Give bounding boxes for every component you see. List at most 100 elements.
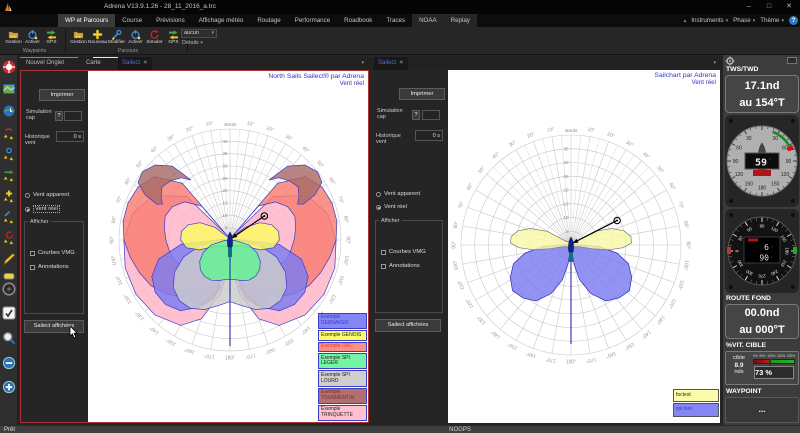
details-dropdown[interactable]: Détails ▾	[182, 40, 203, 46]
collapse-ribbon-icon[interactable]: ▴	[684, 18, 687, 24]
annotations-checkbox[interactable]	[30, 265, 35, 270]
ribbon-button-activer[interactable]: Activer	[126, 28, 145, 45]
menu-right-cluster: ▴ Instruments▾ Phase▾ Thème▾ ?	[684, 14, 798, 27]
svg-text:270: 270	[758, 274, 766, 279]
print-button[interactable]: Imprimer	[399, 88, 445, 100]
svg-text:170°: 170°	[204, 352, 215, 360]
svg-text:170°: 170°	[245, 352, 256, 360]
zoom-out-icon[interactable]	[2, 356, 16, 370]
svg-text:60°: 60°	[327, 176, 336, 186]
map-icon[interactable]	[2, 82, 16, 96]
left-polar-chart[interactable]: 10°10°20°20°30°30°40°40°50°50°60°60°70°7…	[88, 71, 368, 422]
menu-tab-replay[interactable]: Replay	[444, 14, 477, 27]
ribbon-button-activer[interactable]: Activer	[23, 28, 42, 45]
courbes-vmg-checkbox[interactable]	[381, 250, 386, 255]
svg-text:90: 90	[760, 224, 765, 229]
select-check-icon[interactable]	[2, 306, 16, 320]
menu-instruments[interactable]: Instruments▾	[691, 17, 728, 24]
gear-icon[interactable]	[725, 56, 735, 66]
sailect-affichees-button[interactable]: Sailect affichées	[375, 319, 441, 332]
vent-apparent-radio[interactable]	[25, 193, 30, 198]
ribbon-button-nouveau[interactable]: Nouveau	[88, 28, 107, 45]
menu-tab-traces[interactable]: Traces	[379, 14, 412, 27]
minimize-button[interactable]: –	[742, 0, 756, 14]
menu-tab-affichage-m-t-o[interactable]: Affichage météo	[192, 14, 251, 27]
tab-list-icon[interactable]: ▾	[713, 60, 716, 66]
simulation-cap-input[interactable]	[64, 111, 82, 121]
annotations-label[interactable]: Annotations	[389, 263, 420, 269]
svg-text:20°: 20°	[266, 125, 275, 133]
right-polar-chart[interactable]: 10°10°20°20°30°30°40°40°50°50°60°60°70°7…	[448, 70, 720, 423]
vent-reel-label[interactable]: Vent réel	[33, 205, 60, 213]
help-icon[interactable]: ?	[789, 16, 798, 25]
vent-reel-radio[interactable]	[25, 207, 30, 212]
annotations-checkbox[interactable]	[381, 264, 386, 269]
ribbon-button-gpx[interactable]: GPX	[42, 28, 61, 45]
menu-tab-roadbook[interactable]: Roadbook	[337, 14, 379, 27]
magnifier-icon[interactable]	[2, 331, 16, 345]
window-tab-nouvel-onglet[interactable]: Nouvel Onglet	[22, 57, 68, 70]
ribbon-button-modifier[interactable]: Modifier	[107, 28, 126, 45]
route-new-icon[interactable]	[2, 189, 16, 203]
menu-tab-routage[interactable]: Routage	[250, 14, 287, 27]
close-tab-icon[interactable]: ✕	[143, 60, 148, 66]
vent-reel-radio[interactable]	[376, 205, 381, 210]
ribbon-button-gestion[interactable]: Gestion	[69, 28, 88, 45]
gauge-icon[interactable]	[2, 282, 16, 296]
simulation-help-button[interactable]: ?	[55, 111, 63, 121]
close-tab-icon[interactable]: ✕	[399, 60, 404, 66]
historique-vent-input[interactable]: 0 s	[56, 131, 84, 142]
vent-reel-label[interactable]: Vent réel	[384, 204, 407, 210]
waypoint-activate-icon[interactable]	[2, 147, 16, 161]
menu-tab-noaa[interactable]: NOAA	[412, 14, 444, 27]
annotations-label[interactable]: Annotations	[38, 264, 69, 270]
close-button[interactable]: ✕	[782, 0, 796, 14]
left-chart-title: North Sails Sailect® par Adrena Vent rée…	[268, 73, 364, 87]
menu-theme[interactable]: Thème▾	[760, 17, 784, 24]
waypoint-gpx-icon[interactable]	[2, 168, 16, 182]
route-simulate-icon[interactable]	[2, 231, 16, 245]
title-bar: Adrena V13.9.1.26 - 28_11_2016_a.trc – □…	[0, 0, 800, 14]
ribbon-button-simuler[interactable]: Simuler	[145, 28, 164, 45]
menu-tab-pr-visions[interactable]: Prévisions	[149, 14, 192, 27]
historique-vent-input[interactable]: 0 s	[415, 130, 443, 141]
vent-apparent-label[interactable]: Vent apparent	[33, 192, 69, 198]
right-window-content: Imprimer Simulation cap ? Historique ven…	[372, 70, 720, 423]
panel-menu-icon[interactable]	[787, 57, 797, 64]
svg-text:120: 120	[735, 172, 744, 178]
courbes-vmg-label[interactable]: Courbes VMG	[38, 250, 75, 256]
menu-tab-performance[interactable]: Performance	[288, 14, 337, 27]
menu-phase[interactable]: Phase▾	[733, 17, 755, 24]
folder-icon	[73, 29, 84, 40]
course-dropdown[interactable]: aucun ▾	[181, 29, 217, 38]
svg-text:30: 30	[563, 160, 569, 165]
svg-text:80°: 80°	[682, 221, 689, 229]
simulation-cap-label: Simulation cap	[26, 109, 52, 121]
maximize-button[interactable]: □	[762, 0, 776, 14]
courbes-vmg-label[interactable]: Courbes VMG	[389, 249, 426, 255]
simulation-help-button[interactable]: ?	[412, 110, 420, 120]
sponge-icon[interactable]	[2, 269, 16, 283]
print-button[interactable]: Imprimer	[39, 89, 85, 101]
waypoint-manage-icon[interactable]	[2, 126, 16, 140]
tab-list-icon[interactable]: ▾	[361, 60, 364, 66]
route-modify-icon[interactable]	[2, 210, 16, 224]
globe-icon[interactable]	[2, 104, 16, 118]
vent-apparent-label[interactable]: Vent apparent	[384, 191, 420, 197]
ribbon-button-gestion[interactable]: Gestion	[4, 28, 23, 45]
polar-chart-canvas[interactable]: 10°10°20°20°30°30°40°40°50°50°60°60°70°7…	[448, 70, 720, 421]
draw-icon[interactable]	[2, 252, 16, 266]
vent-apparent-radio[interactable]	[376, 192, 381, 197]
lifebuoy-icon[interactable]	[2, 60, 16, 74]
simulation-cap-input[interactable]	[422, 110, 440, 120]
wrench-icon	[111, 29, 122, 40]
window-tab-carte[interactable]: Carte	[82, 57, 105, 70]
menu-tab-wp-et-parcours[interactable]: WP et Parcours	[58, 14, 115, 27]
window-tab-sailect[interactable]: Sailect✕	[374, 57, 408, 70]
vit-scale-tick: 200%	[787, 354, 795, 358]
window-tab-sailect[interactable]: Sailect✕	[118, 57, 152, 70]
menu-tab-course[interactable]: Course	[115, 14, 149, 27]
zoom-in-icon[interactable]	[2, 380, 16, 394]
courbes-vmg-checkbox[interactable]	[30, 251, 35, 256]
chevron-down-icon: ▾	[781, 18, 784, 24]
